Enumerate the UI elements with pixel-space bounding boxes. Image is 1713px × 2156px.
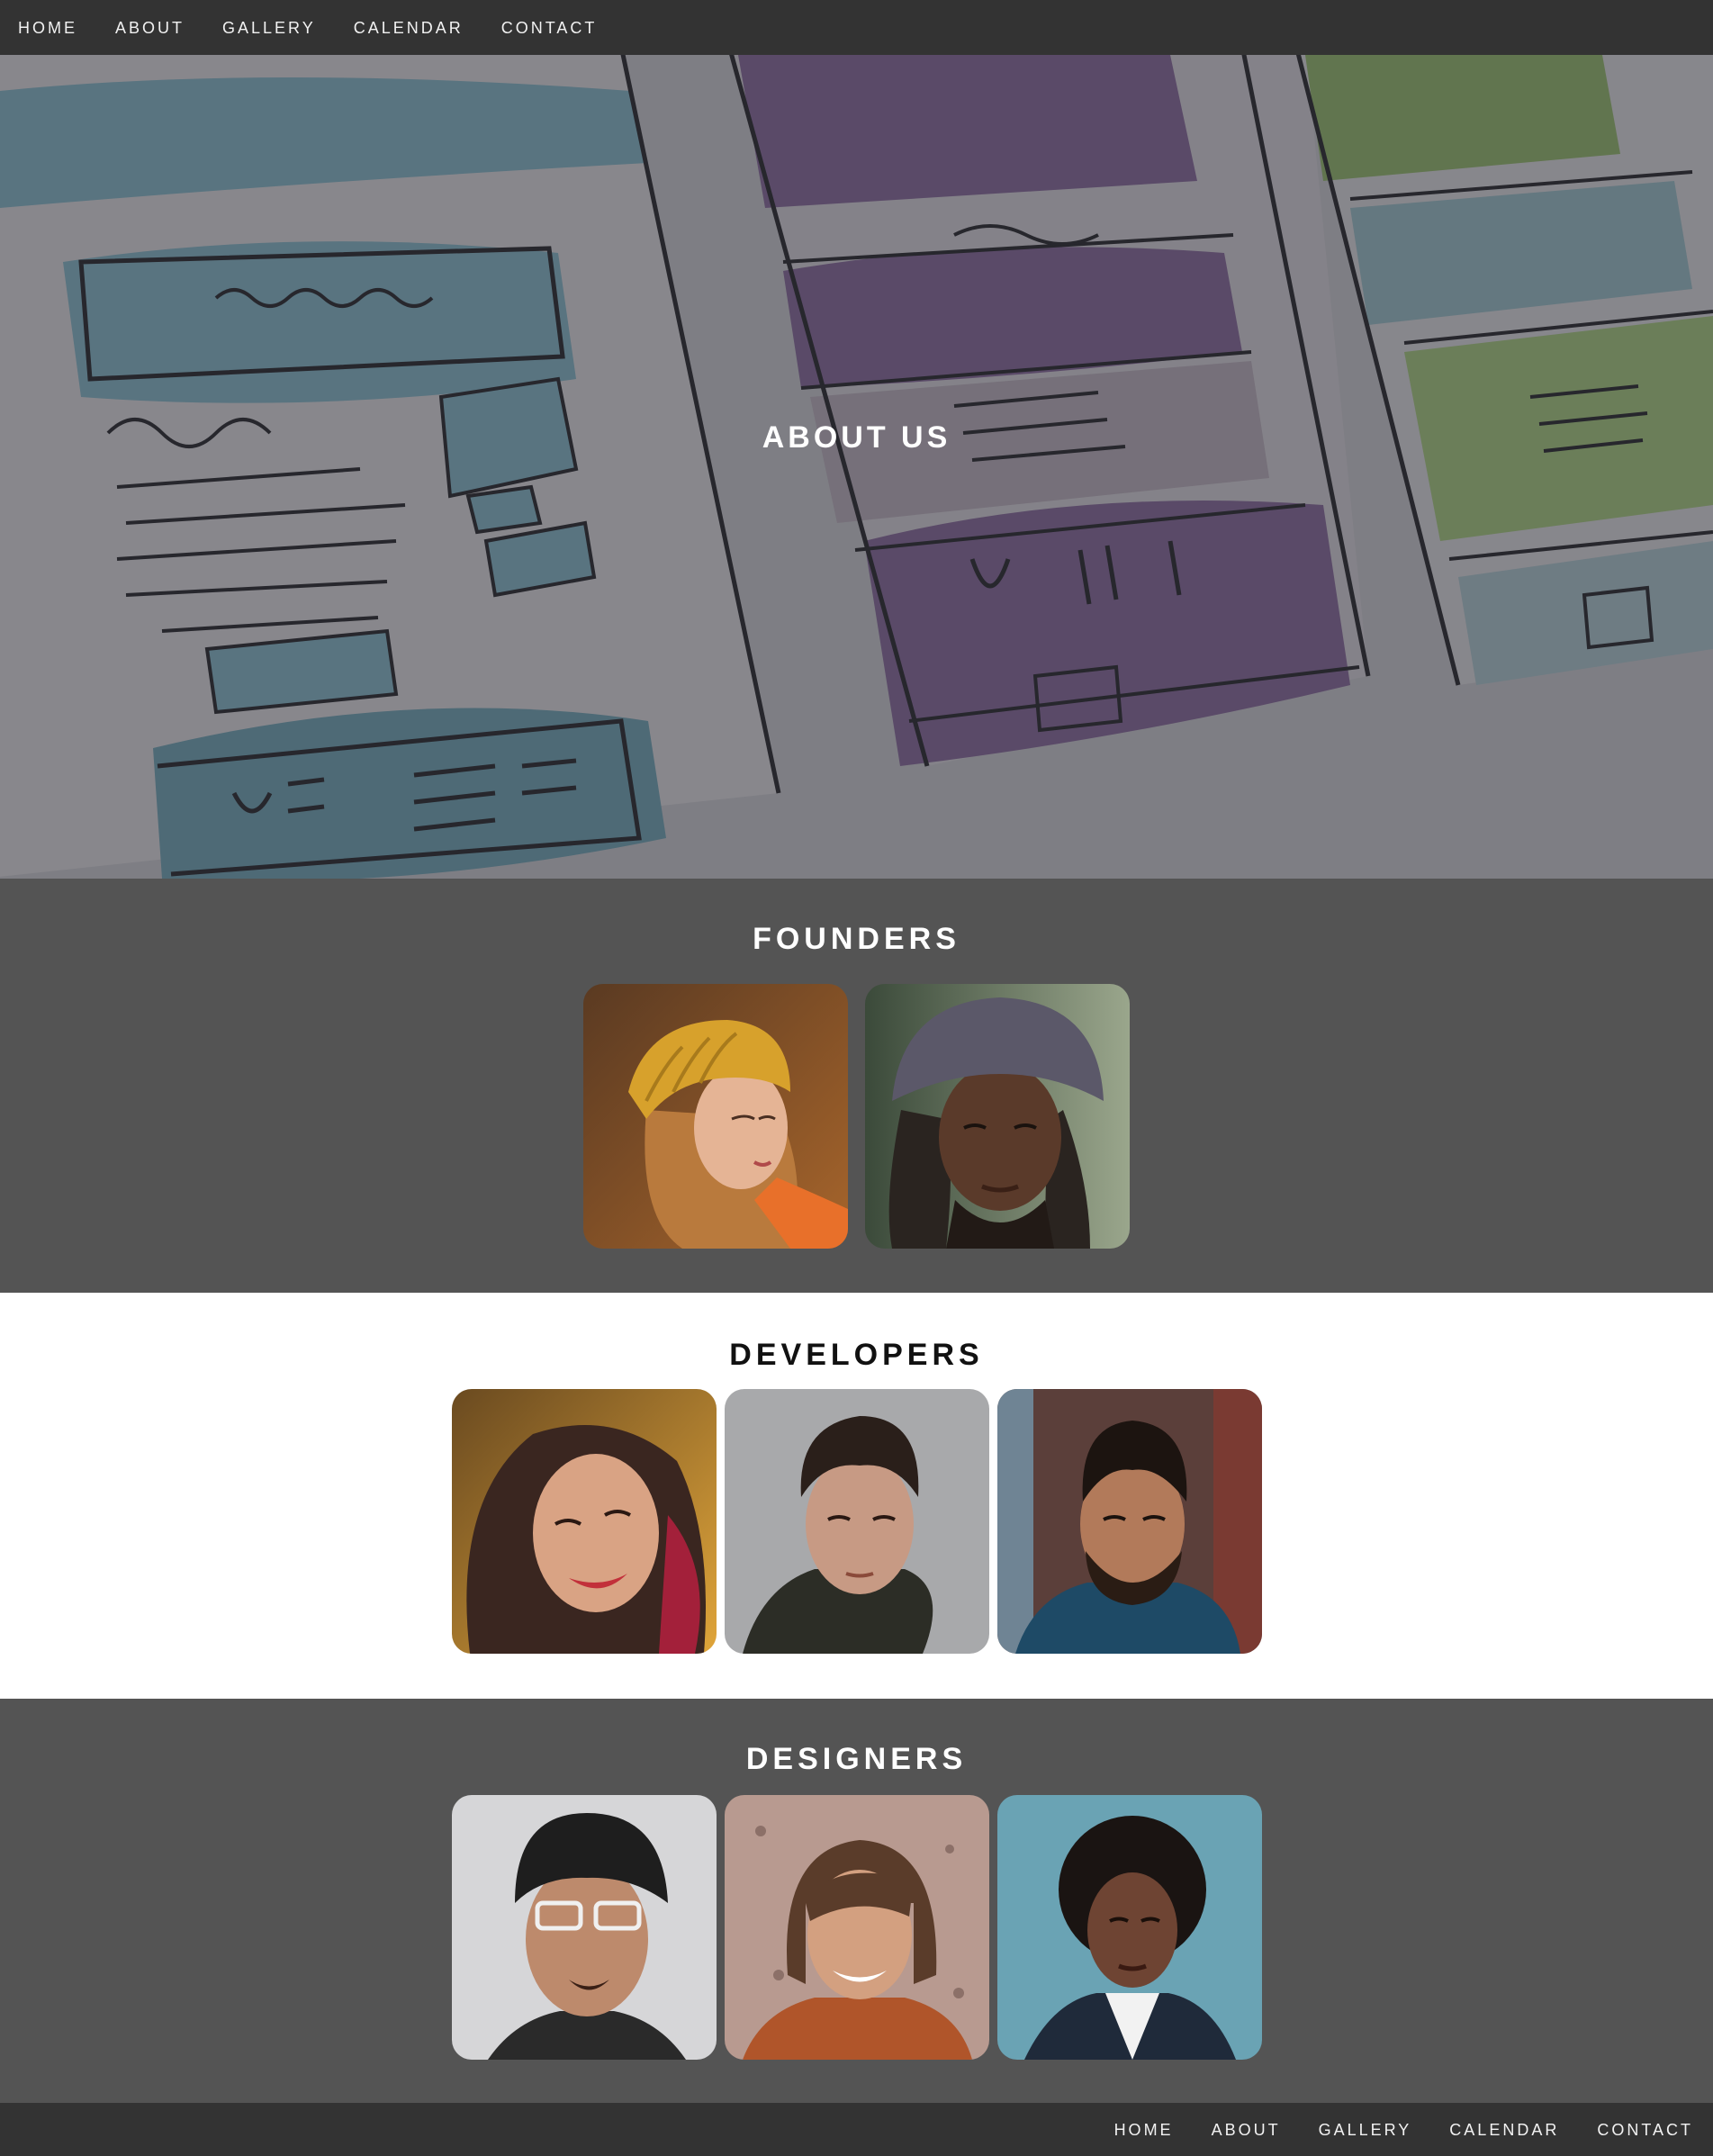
- woman-afro-photo: [997, 1795, 1262, 2060]
- nav-about-link[interactable]: ABOUT: [115, 20, 185, 36]
- woman-yellow-beanie-photo: [583, 984, 848, 1249]
- woman-curly-hair-photo: [452, 1389, 717, 1654]
- nav-calendar-link[interactable]: CALENDAR: [354, 20, 464, 36]
- founders-title: FOUNDERS: [753, 922, 960, 956]
- woman-bob-hair-photo: [725, 1795, 989, 2060]
- designers-section: DESIGNERS: [0, 1699, 1713, 2103]
- founder-photo-1[interactable]: [583, 984, 848, 1249]
- man-quiff-photo: [725, 1389, 989, 1654]
- developers-title: DEVELOPERS: [729, 1338, 984, 1372]
- footer-contact-link[interactable]: CONTACT: [1597, 2122, 1693, 2138]
- designer-photo-1[interactable]: [452, 1795, 717, 2060]
- footer-about-link[interactable]: ABOUT: [1212, 2122, 1281, 2138]
- developer-photo-3[interactable]: [997, 1389, 1262, 1654]
- footer-gallery-link[interactable]: GALLERY: [1319, 2122, 1412, 2138]
- hero-title: ABOUT US: [762, 420, 951, 455]
- top-nav: HOME ABOUT GALLERY CALENDAR CONTACT: [0, 0, 1713, 55]
- developer-photo-1[interactable]: [452, 1389, 717, 1654]
- developers-section: DEVELOPERS: [0, 1293, 1713, 1699]
- nav-gallery-link[interactable]: GALLERY: [222, 20, 316, 36]
- footer-home-link[interactable]: HOME: [1114, 2122, 1174, 2138]
- nav-contact-link[interactable]: CONTACT: [501, 20, 598, 36]
- nav-home-link[interactable]: HOME: [18, 20, 77, 36]
- designers-title: DESIGNERS: [745, 1742, 968, 1776]
- man-bucket-hat-photo: [865, 984, 1130, 1249]
- founders-section: FOUNDERS: [0, 879, 1713, 1293]
- man-beard-photo: [997, 1389, 1262, 1654]
- designer-photo-3[interactable]: [997, 1795, 1262, 2060]
- founder-photo-2[interactable]: [865, 984, 1130, 1249]
- man-glasses-beanie-photo: [452, 1795, 717, 2060]
- designer-photo-2[interactable]: [725, 1795, 989, 2060]
- footer-calendar-link[interactable]: CALENDAR: [1449, 2122, 1559, 2138]
- hero-banner: ABOUT US: [0, 55, 1713, 879]
- footer-nav: HOME ABOUT GALLERY CALENDAR CONTACT: [0, 2103, 1713, 2156]
- developer-photo-2[interactable]: [725, 1389, 989, 1654]
- hero-wireframe-sketch-image: [0, 55, 1713, 879]
